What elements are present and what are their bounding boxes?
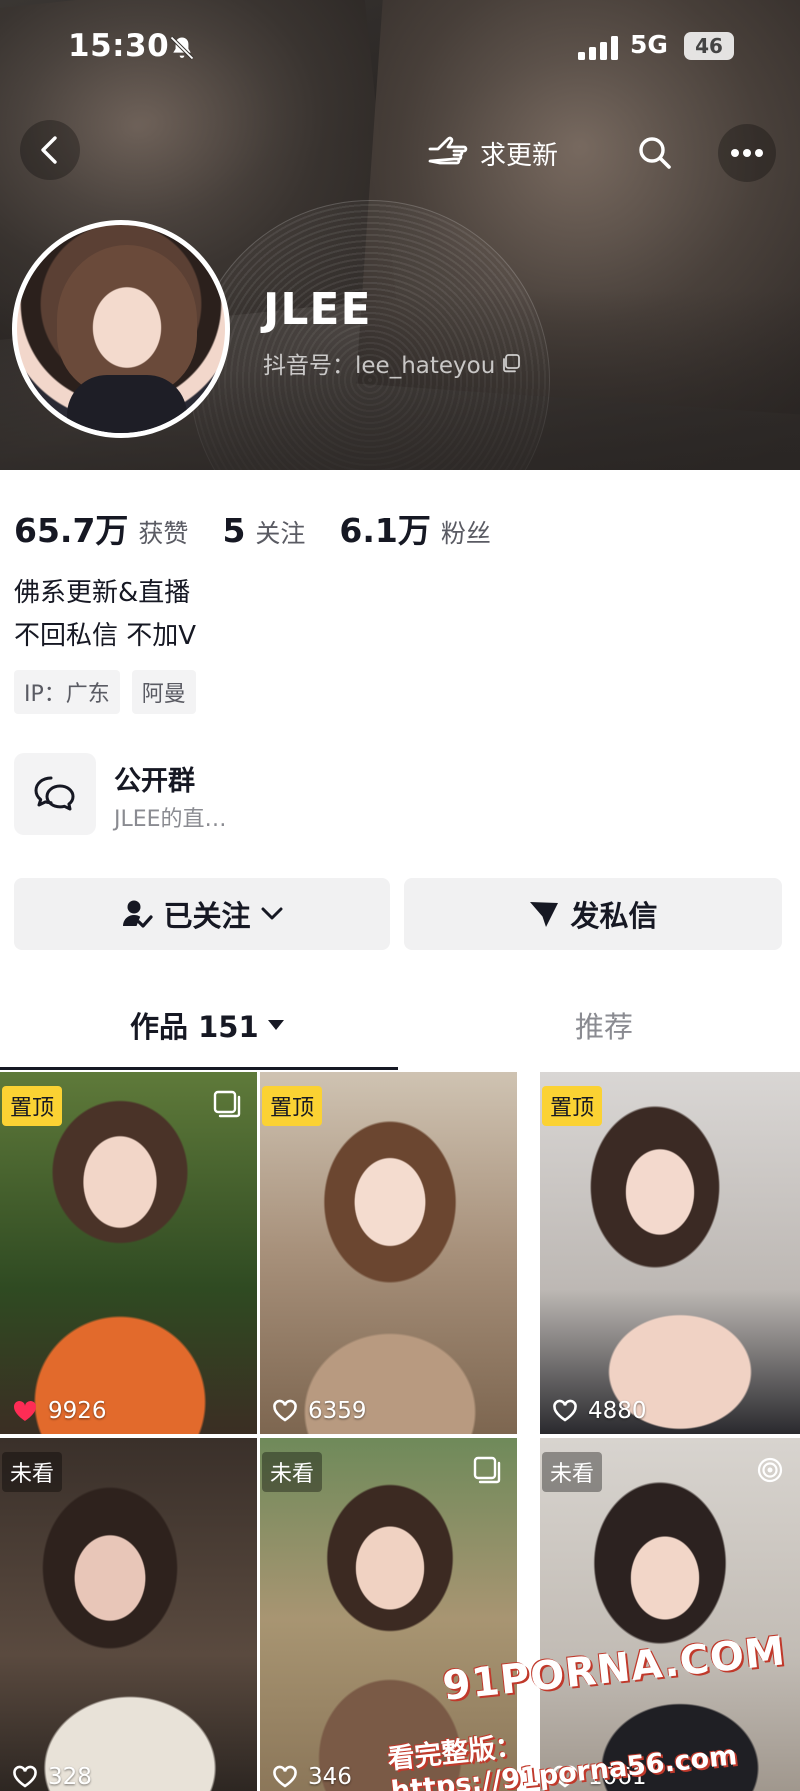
search-button[interactable] — [626, 124, 684, 182]
like-count: 346 — [272, 1764, 352, 1790]
multi-image-icon — [213, 1090, 241, 1118]
heart-outline-icon — [553, 1399, 577, 1422]
more-dots-icon — [731, 149, 763, 157]
group-chat-icon — [34, 776, 75, 811]
like-count: 4880 — [552, 1398, 647, 1424]
send-message-button[interactable]: 发私信 — [404, 878, 782, 950]
tag-location[interactable]: 阿曼 — [131, 670, 196, 714]
more-options-button[interactable] — [718, 124, 776, 182]
group-subtitle: JLEE的直… — [114, 807, 227, 832]
signal-icon — [578, 36, 618, 60]
chevron-down-icon — [261, 907, 282, 920]
profile-stats: 65.7万 获赞 5 关注 6.1万 粉丝 — [14, 504, 525, 552]
stat-label: 关注 — [255, 519, 306, 548]
like-count: 328 — [12, 1764, 92, 1790]
pinned-badge: 置顶 — [2, 1086, 63, 1126]
pinned-badge: 置顶 — [542, 1086, 603, 1126]
unseen-badge: 未看 — [542, 1452, 603, 1492]
network-type: 5G — [630, 30, 668, 59]
like-count-text: 328 — [48, 1764, 92, 1790]
copy-icon[interactable] — [501, 353, 521, 373]
live-target-icon — [757, 1457, 783, 1483]
avatar-photo-face — [57, 245, 197, 395]
unseen-badge: 未看 — [2, 1452, 63, 1492]
group-chat-icon-wrap — [14, 753, 96, 835]
video-thumbnail[interactable]: 未看 328 — [0, 1438, 257, 1791]
profile-tags: IP：广东 阿曼 — [14, 670, 196, 714]
like-count-text: 1061 — [588, 1764, 647, 1790]
stat-number: 5 — [222, 511, 246, 550]
heart-outline-icon — [273, 1765, 297, 1788]
heart-outline-icon — [13, 1765, 37, 1788]
bell-muted-icon — [170, 36, 194, 60]
stat-number: 65.7万 — [14, 511, 129, 550]
search-icon — [639, 137, 671, 169]
stat-number: 6.1万 — [339, 511, 431, 550]
video-thumbnail-image — [540, 1072, 800, 1434]
tag-ip-location: IP：广东 — [14, 670, 120, 714]
pinned-badge: 置顶 — [262, 1086, 323, 1126]
back-button[interactable] — [20, 120, 80, 180]
heart-filled-icon — [13, 1400, 37, 1421]
tab-works-label: 作品 151 — [130, 1010, 259, 1044]
video-thumbnail[interactable]: 置顶 4880 — [540, 1072, 800, 1434]
video-thumbnail[interactable]: 置顶 9926 — [0, 1072, 257, 1434]
heart-outline-icon — [273, 1399, 297, 1422]
heart-outline-icon — [553, 1765, 577, 1788]
video-thumbnail-image — [0, 1072, 257, 1434]
douyin-id-text: 抖音号：lee_hateyou — [263, 353, 496, 379]
request-update-button[interactable]: 求更新 — [426, 128, 558, 178]
like-count-text: 4880 — [588, 1398, 647, 1424]
stat-label: 粉丝 — [440, 519, 491, 548]
avatar-photo-body — [67, 375, 187, 433]
send-paper-plane-icon — [530, 902, 559, 927]
bio-line: 不回私信 不加V — [14, 621, 197, 651]
like-count: 9926 — [12, 1398, 107, 1424]
user-check-icon — [123, 900, 154, 928]
battery-indicator: 46 — [684, 32, 734, 60]
unseen-badge: 未看 — [262, 1452, 323, 1492]
tab-recommend-label: 推荐 — [575, 1010, 634, 1044]
like-count-text: 346 — [308, 1764, 352, 1790]
profile-card: 65.7万 获赞 5 关注 6.1万 粉丝 佛系更新&直播 不回私信 不加V I… — [0, 470, 800, 1791]
public-group-entry[interactable]: 公开群 JLEE的直… — [14, 753, 714, 837]
content-tabs: 作品 151 推荐 — [0, 990, 800, 1060]
avatar[interactable] — [12, 220, 230, 438]
profile-name: JLEE — [263, 284, 372, 335]
caret-down-icon — [267, 1020, 284, 1030]
status-bar: 15:30 5G 46 — [0, 28, 800, 68]
stat-label: 获赞 — [138, 519, 189, 548]
profile-bio: 佛系更新&直播 不回私信 不加V — [14, 572, 196, 658]
multi-image-icon — [473, 1456, 501, 1484]
pointing-hand-icon — [428, 136, 468, 165]
like-count: 1061 — [552, 1764, 647, 1790]
video-thumbnail[interactable]: 未看 1061 — [540, 1438, 800, 1791]
followed-button[interactable]: 已关注 — [14, 878, 390, 950]
request-update-label: 求更新 — [480, 140, 559, 171]
douyin-id[interactable]: 抖音号：lee_hateyou — [263, 346, 521, 380]
send-message-label: 发私信 — [570, 899, 658, 933]
like-count: 6359 — [272, 1398, 367, 1424]
followed-button-label: 已关注 — [163, 899, 251, 933]
tab-works[interactable]: 作品 151 — [130, 990, 285, 1060]
bio-line: 佛系更新&直播 — [14, 578, 191, 608]
tab-recommend[interactable]: 推荐 — [575, 990, 633, 1060]
like-count-text: 9926 — [48, 1398, 107, 1424]
stat-likes[interactable]: 65.7万 获赞 — [14, 504, 188, 552]
tab-active-indicator — [0, 1067, 398, 1070]
video-thumbnail[interactable]: 置顶 6359 — [260, 1072, 517, 1434]
stat-followers[interactable]: 6.1万 粉丝 — [339, 504, 490, 552]
like-count-text: 6359 — [308, 1398, 367, 1424]
video-thumbnail-image — [260, 1072, 517, 1434]
video-thumbnail[interactable]: 未看 346 — [260, 1438, 517, 1791]
stat-following[interactable]: 5 关注 — [222, 511, 305, 550]
chevron-left-icon — [41, 136, 57, 164]
group-title: 公开群 — [114, 766, 195, 797]
status-time: 15:30 — [68, 28, 170, 64]
